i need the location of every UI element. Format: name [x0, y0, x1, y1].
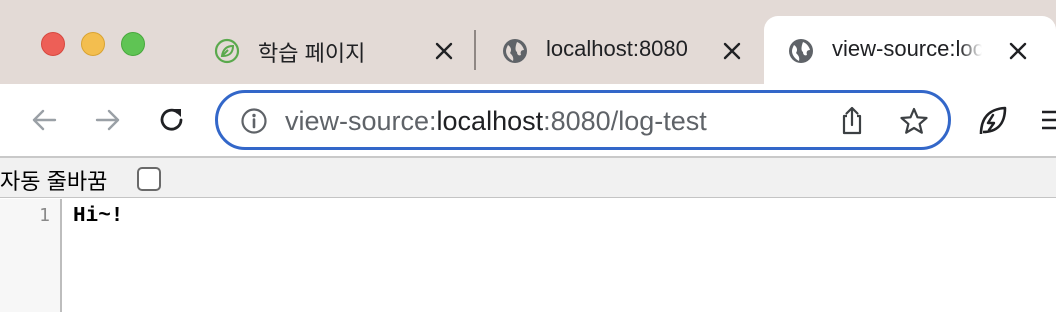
globe-icon	[503, 39, 527, 63]
tab-title: 학습 페이지	[258, 41, 366, 66]
view-source-page: 자동 줄바꿈 1 Hi~!	[0, 156, 1056, 312]
tab-learning-page[interactable]: 학습 페이지	[214, 14, 464, 84]
leaf-extension-icon[interactable]	[975, 104, 1009, 138]
close-icon[interactable]	[720, 39, 744, 63]
close-icon[interactable]	[1006, 39, 1030, 63]
line-wrap-checkbox[interactable]	[137, 167, 161, 191]
browser-toolbar: view-source:localhost:8080/log-test	[0, 84, 1056, 156]
forward-arrow-icon[interactable]	[92, 104, 124, 136]
line-wrap-bar: 자동 줄바꿈	[0, 158, 1056, 198]
leaf-icon	[214, 38, 240, 64]
tab-strip: 학습 페이지 localhost:8080 view-source:localh…	[0, 0, 1056, 86]
back-arrow-icon[interactable]	[28, 104, 60, 136]
menu-icon[interactable]	[1036, 108, 1056, 132]
tab-view-source[interactable]: view-source:localhost:8080/log-test	[788, 14, 1048, 84]
line-wrap-label: 자동 줄바꿈	[0, 169, 108, 194]
globe-icon	[789, 39, 813, 63]
share-icon[interactable]	[838, 105, 866, 137]
window-minimize-button[interactable]	[81, 32, 105, 56]
window-close-button[interactable]	[41, 32, 65, 56]
tab-localhost[interactable]: localhost:8080	[502, 14, 752, 84]
url-host: localhost	[436, 106, 544, 136]
address-bar[interactable]: view-source:localhost:8080/log-test	[215, 90, 951, 150]
info-icon[interactable]	[240, 107, 268, 135]
source-line: Hi~!	[73, 205, 124, 228]
window-zoom-button[interactable]	[121, 32, 145, 56]
reload-icon[interactable]	[156, 104, 188, 136]
bookmark-star-icon[interactable]	[898, 105, 930, 137]
url-text[interactable]: view-source:localhost:8080/log-test	[285, 106, 707, 137]
close-icon[interactable]	[432, 39, 456, 63]
tab-title: localhost:8080	[546, 36, 688, 61]
line-number: 1	[39, 205, 50, 226]
line-number-gutter: 1	[0, 199, 62, 312]
tab-title: view-source:localhost:8080/log-test	[832, 36, 982, 61]
url-path: :8080/log-test	[543, 106, 707, 136]
url-scheme: view-source:	[285, 106, 437, 136]
tab-separator	[474, 30, 476, 70]
